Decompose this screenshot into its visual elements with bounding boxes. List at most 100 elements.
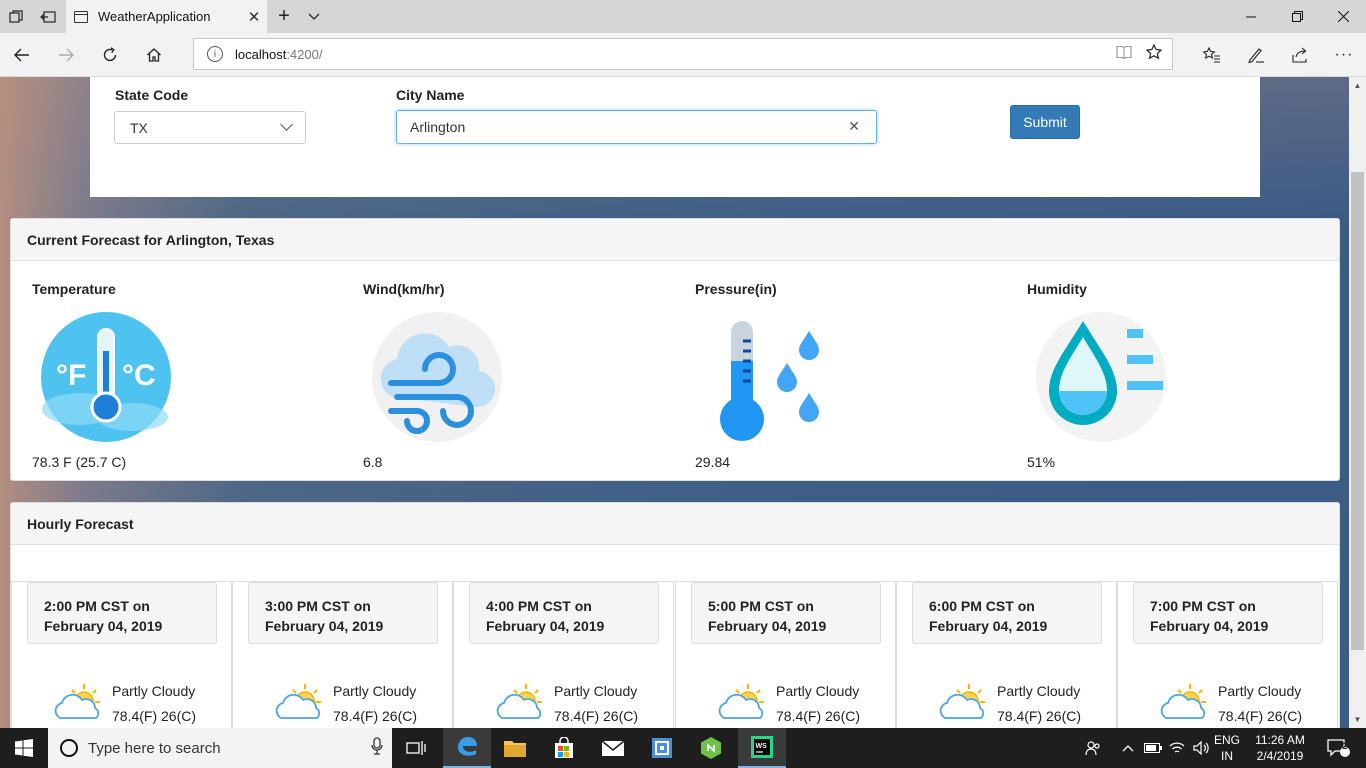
hourly-time: 4:00 PM CST on <box>486 598 592 614</box>
city-name-input[interactable]: Arlington ✕ <box>396 110 877 144</box>
home-icon[interactable] <box>132 33 176 76</box>
battery-icon[interactable] <box>1142 728 1164 768</box>
show-hidden-icons-chevron-icon[interactable] <box>1118 728 1138 768</box>
city-name-label: City Name <box>396 87 465 103</box>
hourly-time: 6:00 PM CST on <box>929 598 1035 614</box>
scroll-up-arrow-icon[interactable]: ▲ <box>1349 77 1366 94</box>
favorites-hub-icon[interactable] <box>1190 33 1234 76</box>
wifi-icon[interactable] <box>1166 728 1188 768</box>
svg-text:°F: °F <box>56 359 86 392</box>
back-arrow-icon[interactable] <box>0 33 44 76</box>
favorite-star-icon[interactable] <box>1145 43 1163 65</box>
hourly-time: 5:00 PM CST on <box>708 598 814 614</box>
partly-cloudy-icon <box>54 684 100 719</box>
hourly-condition: Partly Cloudy <box>776 683 860 699</box>
humidity-metric: Humidity 51% <box>1027 281 1327 470</box>
browser-tab[interactable]: WeatherApplication ✕ <box>66 0 267 33</box>
hourly-temp: 78.4(F) 26(C) <box>776 708 861 724</box>
page-icon <box>74 10 88 23</box>
page-scrollbar[interactable]: ▲ ▼ <box>1349 77 1366 728</box>
hourly-temp: 78.4(F) 26(C) <box>554 708 639 724</box>
people-icon[interactable] <box>1080 728 1106 768</box>
hourly-date: February 04, 2019 <box>486 618 605 634</box>
site-info-icon[interactable]: i <box>207 46 223 62</box>
tab-manager-icon[interactable] <box>0 0 32 33</box>
new-tab-icon[interactable]: + <box>268 0 300 33</box>
state-code-select[interactable]: TX <box>114 111 306 144</box>
pressure-value: 29.84 <box>695 454 731 470</box>
hourly-condition: Partly Cloudy <box>997 683 1081 699</box>
submit-button[interactable]: Submit <box>1010 105 1080 139</box>
windows-start-icon[interactable] <box>0 728 48 768</box>
refresh-icon[interactable] <box>88 33 132 76</box>
hourly-time-header: 3:00 PM CST on February 04, 2019 <box>248 582 438 644</box>
wind-label: Wind(km/hr) <box>363 281 445 297</box>
partly-cloudy-icon <box>275 684 321 719</box>
restore-icon[interactable] <box>1274 0 1320 33</box>
task-view-icon[interactable] <box>392 728 440 768</box>
hourly-card: 7:00 PM CST on February 04, 2019 Partly … <box>1117 581 1338 728</box>
store-icon[interactable] <box>540 728 588 768</box>
close-tab-icon[interactable]: ✕ <box>241 8 267 26</box>
action-center-icon[interactable]: 2 <box>1318 728 1358 768</box>
clear-input-icon[interactable]: ✕ <box>848 118 860 135</box>
svg-text:°C: °C <box>122 359 156 392</box>
nodejs-icon[interactable] <box>687 728 735 768</box>
temperature-metric: Temperature °F °C 78.3 F (25.7 C) <box>32 281 332 470</box>
pressure-icon <box>720 321 819 441</box>
wind-value: 6.8 <box>363 454 383 470</box>
pressure-metric: Pressure(in) 29.84 <box>695 281 995 470</box>
hourly-time-header: 5:00 PM CST on February 04, 2019 <box>691 582 881 644</box>
hourly-condition: Partly Cloudy <box>112 683 196 699</box>
forward-arrow-icon[interactable] <box>44 33 88 76</box>
state-code-value: TX <box>130 119 148 136</box>
partly-cloudy-icon <box>496 684 542 719</box>
wind-metric: Wind(km/hr) 6.8 <box>363 281 663 470</box>
hourly-temp: 78.4(F) 26(C) <box>333 708 418 724</box>
scroll-thumb[interactable] <box>1351 172 1364 650</box>
tab-list-chevron-icon[interactable] <box>298 0 330 33</box>
clock-time: 11:26 AM <box>1255 733 1305 747</box>
svg-text:WS: WS <box>756 743 768 750</box>
mail-icon[interactable] <box>589 728 637 768</box>
current-forecast-heading: Current Forecast for Arlington, Texas <box>11 219 1339 261</box>
edge-browser-icon[interactable] <box>443 728 491 768</box>
volume-icon[interactable] <box>1190 728 1212 768</box>
share-icon[interactable] <box>1278 33 1322 76</box>
microphone-icon[interactable] <box>362 737 392 759</box>
temperature-label: Temperature <box>32 281 116 297</box>
hourly-date: February 04, 2019 <box>708 618 827 634</box>
hourly-time-header: 6:00 PM CST on February 04, 2019 <box>912 582 1102 644</box>
hourly-time: 7:00 PM CST on <box>1150 598 1256 614</box>
hourly-temp: 78.4(F) 26(C) <box>112 708 197 724</box>
hourly-date: February 04, 2019 <box>929 618 1048 634</box>
hourly-card: 6:00 PM CST on February 04, 2019 Partly … <box>896 581 1117 728</box>
pressure-label: Pressure(in) <box>695 281 777 297</box>
minimize-icon[interactable] <box>1228 0 1274 33</box>
language-region: IN <box>1221 749 1233 763</box>
reading-view-icon[interactable] <box>1116 45 1132 64</box>
close-window-icon[interactable] <box>1320 0 1366 33</box>
address-bar[interactable]: i localhost:4200/ <box>193 38 1173 70</box>
webstorm-icon[interactable]: WS <box>738 728 786 768</box>
partly-cloudy-icon <box>718 684 764 719</box>
hourly-condition: Partly Cloudy <box>333 683 417 699</box>
hourly-temp: 78.4(F) 26(C) <box>1218 708 1303 724</box>
input-language-indicator[interactable]: ENG IN <box>1212 732 1242 764</box>
pen-notes-icon[interactable] <box>1234 33 1278 76</box>
more-menu-icon[interactable]: ··· <box>1322 33 1366 76</box>
humidity-label: Humidity <box>1027 281 1087 297</box>
hourly-time-header: 7:00 PM CST on February 04, 2019 <box>1133 582 1323 644</box>
temperature-value: 78.3 F (25.7 C) <box>32 454 127 470</box>
hourly-date: February 04, 2019 <box>1150 618 1269 634</box>
taskbar-search-box[interactable]: Type here to search <box>48 728 392 768</box>
chevron-down-icon <box>280 118 293 131</box>
scroll-down-arrow-icon[interactable]: ▼ <box>1349 711 1366 728</box>
set-tabs-aside-icon[interactable] <box>32 0 64 33</box>
humidity-value: 51% <box>1027 454 1056 470</box>
file-explorer-icon[interactable] <box>491 728 539 768</box>
app-window-icon[interactable] <box>638 728 686 768</box>
taskbar-clock[interactable]: 11:26 AM 2/4/2019 <box>1247 732 1313 764</box>
state-code-label: State Code <box>115 87 189 103</box>
thermometer-icon: °F °C <box>41 312 171 442</box>
